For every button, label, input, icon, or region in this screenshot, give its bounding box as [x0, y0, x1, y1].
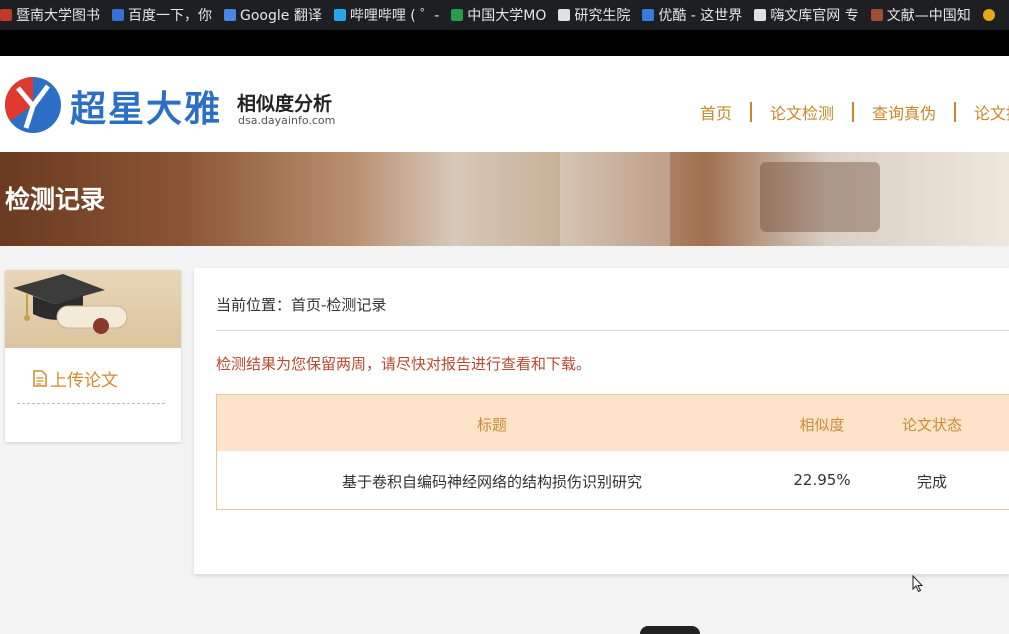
bookmark-jnu-library[interactable]: 暨南大学图书 [0, 5, 100, 25]
document-icon [33, 370, 47, 387]
bookmark-graduate-school[interactable]: 研究生院 [558, 5, 630, 25]
bookmark-icon [333, 9, 346, 21]
logo-icon [4, 76, 61, 133]
nav-paper-search[interactable]: 论文搜 [974, 100, 1009, 124]
bookmark-icon [224, 9, 236, 21]
banner-decoration [560, 152, 670, 246]
paper-title-cell[interactable]: 基于卷积自编码神经网络的结构损伤识别研究 [217, 471, 767, 492]
bookmark-youku[interactable]: 优酷 - 这世界 [642, 5, 742, 25]
bookmark-bilibili[interactable]: 哔哩哔哩 ( ゜- [333, 5, 440, 25]
status-cell: 完成 [916, 473, 947, 491]
bookmark-icourse[interactable]: 中国大学MO [451, 5, 546, 25]
bookmark-icon [642, 9, 655, 21]
similarity-cell: 22.95% [793, 471, 851, 489]
records-table: 标题 相似度 论文状态 基于卷积自编码神经网络的结构损伤识别研究 22.95% … [216, 394, 1009, 510]
nav-separator [852, 102, 855, 122]
bookmark-icon [0, 9, 12, 21]
bookmark-icon [982, 9, 995, 21]
graduation-cap-icon [13, 274, 128, 334]
retention-notice: 检测结果为您保留两周，请尽快对报告进行查看和下载。 [216, 355, 592, 373]
bookmark-icon [870, 9, 883, 21]
logo-url: dsa.dayainfo.com [238, 114, 336, 127]
bookmark-icon [451, 9, 464, 21]
page-banner: 检测记录 [0, 152, 1009, 246]
bookmark-google-translate[interactable]: Google 翻译 [224, 5, 322, 25]
main-nav: 首页 论文检测 查询真伪 论文搜 [700, 100, 1009, 124]
logo-subtitle: 相似度分析 [237, 93, 333, 115]
page-title: 检测记录 [5, 185, 106, 214]
bookmark-label: 嗨文库官网 专 [770, 8, 859, 24]
nav-verify[interactable]: 查询真伪 [872, 100, 936, 124]
bookmark-label: 哔哩哔哩 ( ゜- [349, 8, 440, 24]
bookmark-more[interactable] [982, 9, 999, 21]
bookmark-label: 中国大学MO [467, 8, 547, 24]
sidebar-divider [17, 403, 165, 404]
column-header-similarity: 相似度 [799, 416, 845, 434]
nav-home[interactable]: 首页 [700, 100, 732, 124]
bottom-decoration [640, 626, 700, 634]
bookmark-icon [558, 9, 571, 21]
browser-bar-strip [0, 30, 1009, 56]
bookmark-label: 优酷 - 这世界 [658, 8, 743, 24]
upload-paper-label: 上传论文 [50, 371, 118, 391]
column-header-title: 标题 [476, 416, 507, 434]
nav-separator [954, 102, 957, 122]
banner-decoration [760, 162, 880, 232]
bookmark-icon [754, 9, 767, 21]
graduation-cap-image [5, 270, 181, 348]
bookmark-label: 研究生院 [574, 8, 631, 24]
bookmark-icon [112, 9, 124, 21]
bookmark-label: 百度一下，你 [128, 8, 212, 24]
bookmarks-bar: 暨南大学图书 百度一下，你 Google 翻译 哔哩哔哩 ( ゜- 中国大学MO… [0, 0, 1009, 30]
main-panel: 当前位置：首页-检测记录 检测结果为您保留两周，请尽快对报告进行查看和下载。 标… [194, 268, 1009, 574]
nav-separator [750, 102, 753, 122]
bookmark-label: 文献—中国知 [886, 8, 971, 24]
mouse-cursor-icon [912, 575, 924, 593]
bookmark-cnki[interactable]: 文献—中国知 [870, 5, 971, 25]
bookmark-baidu[interactable]: 百度一下，你 [112, 5, 212, 25]
bookmark-haiwenku[interactable]: 嗨文库官网 专 [754, 5, 859, 25]
breadcrumb-divider [216, 330, 1009, 331]
nav-paper-check[interactable]: 论文检测 [770, 100, 834, 124]
bookmark-label: 暨南大学图书 [16, 8, 100, 24]
breadcrumb: 当前位置：首页-检测记录 [216, 296, 387, 314]
table-header: 标题 相似度 论文状态 [217, 395, 1009, 451]
site-header: 超星大雅 相似度分析 dsa.dayainfo.com 首页 论文检测 查询真伪… [0, 56, 1009, 152]
sidebar: 上传论文 [5, 270, 181, 442]
bookmark-label: Google 翻译 [240, 8, 322, 24]
column-header-status: 论文状态 [901, 416, 962, 434]
logo-name: 超星大雅 [70, 89, 223, 130]
upload-paper-link[interactable]: 上传论文 [33, 366, 118, 391]
